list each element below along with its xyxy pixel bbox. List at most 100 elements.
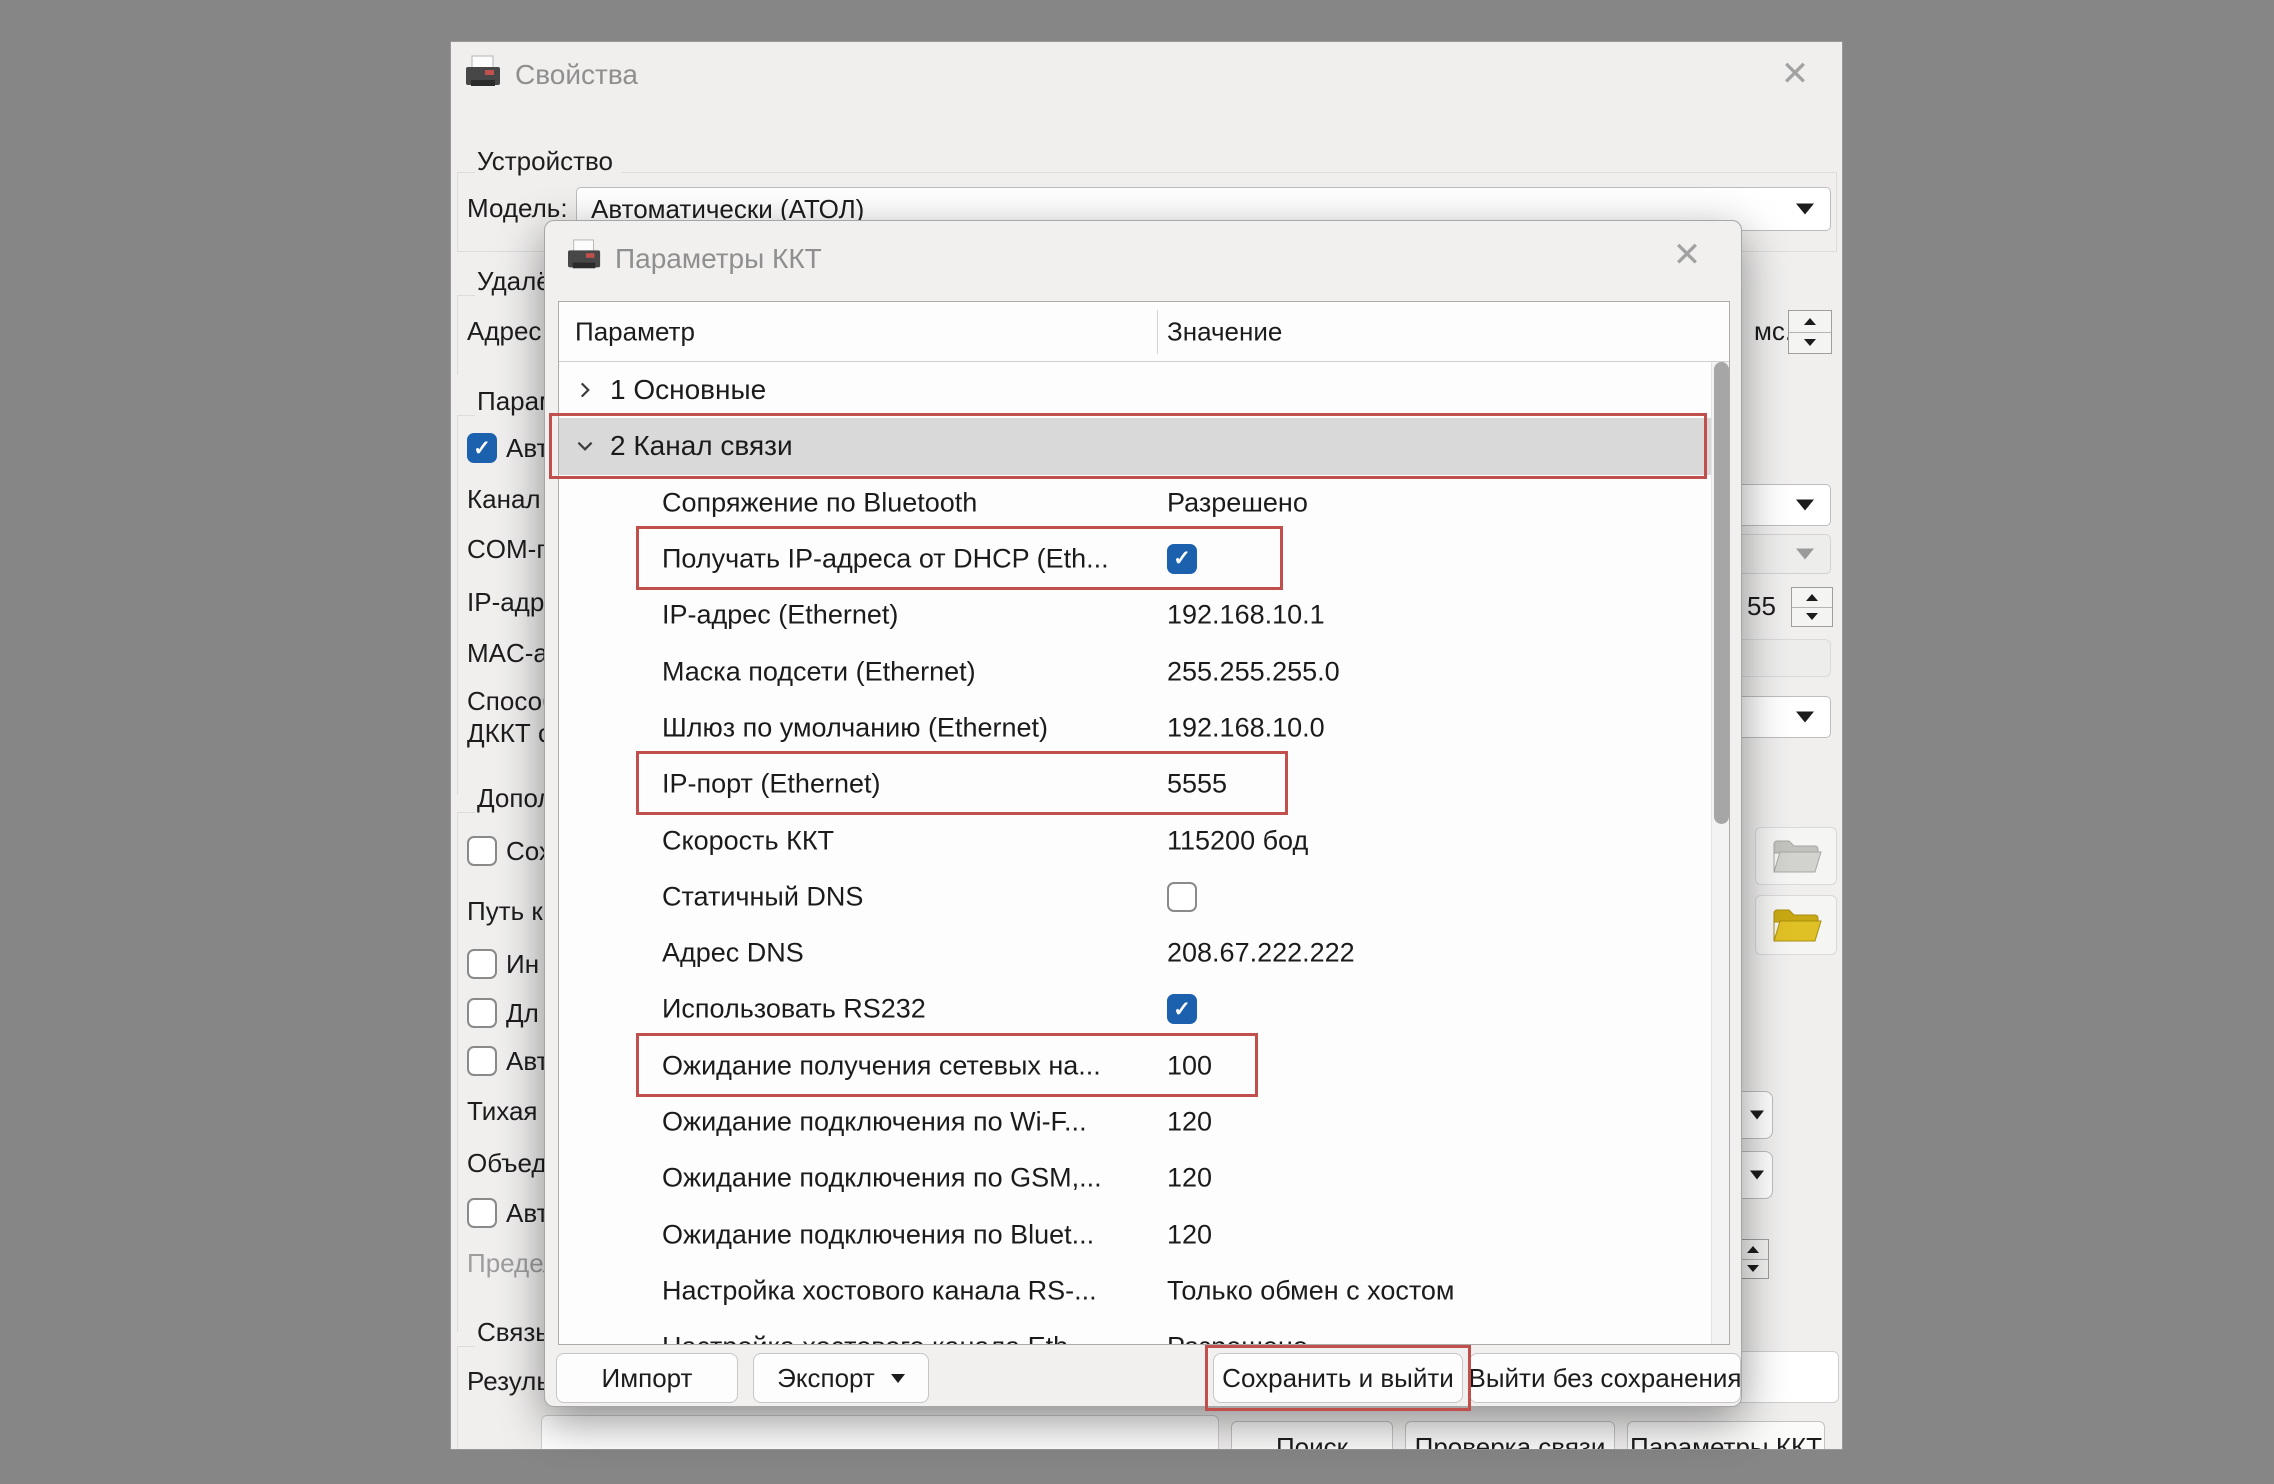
close-icon[interactable]: ✕ — [1665, 233, 1709, 277]
value-checkbox[interactable] — [1167, 882, 1197, 912]
right-chevron-icon[interactable] — [574, 379, 596, 401]
param-value: 120 — [1167, 1107, 1212, 1138]
param-value: 100 — [1167, 1050, 1212, 1081]
result-field[interactable] — [541, 1415, 1219, 1450]
checkbox-label-fragment: Дл — [506, 998, 539, 1028]
checkbox-unchecked[interactable] — [467, 836, 497, 866]
column-header-value: Значение — [1167, 316, 1282, 347]
table-row[interactable]: Использовать RS232 — [559, 981, 1711, 1037]
param-label: Адрес DNS — [662, 938, 804, 969]
value-checkbox[interactable] — [1167, 994, 1197, 1024]
search-button-label: Поиск — [1276, 1432, 1348, 1451]
spin-down-icon[interactable] — [1738, 1260, 1768, 1279]
kkt-parameters-label: Параметры ККТ — [1630, 1432, 1822, 1451]
param-label: IP-порт (Ethernet) — [662, 769, 880, 800]
checkbox-label-fragment: Ин — [506, 949, 539, 979]
close-icon[interactable]: ✕ — [1773, 52, 1817, 96]
table-row[interactable]: IP-адрес (Ethernet) 192.168.10.1 — [559, 587, 1711, 643]
kkt-parameters-dialog: Параметры ККТ ✕ Параметр Значение 1 Осно… — [544, 220, 1742, 1407]
param-value: 192.168.10.0 — [1167, 712, 1325, 743]
folder-browse-button[interactable] — [1755, 895, 1837, 955]
spin-up-icon[interactable] — [1789, 311, 1831, 333]
folder-icon — [1770, 905, 1822, 945]
table-row[interactable]: Ожидание подключения по Bluet... 120 — [559, 1206, 1711, 1262]
vertical-scrollbar[interactable] — [1711, 362, 1730, 1345]
param-label: IP-адрес (Ethernet) — [662, 600, 898, 631]
checkbox-checked[interactable] — [467, 433, 497, 463]
table-row[interactable]: Ожидание получения сетевых на... 100 — [559, 1038, 1711, 1094]
label-fragment: Тихая — [467, 1096, 538, 1126]
check-connection-label: Проверка связи — [1415, 1432, 1606, 1451]
param-value: 115200 бод — [1167, 825, 1308, 856]
export-button[interactable]: Экспорт — [753, 1353, 929, 1403]
column-separator — [1157, 310, 1158, 354]
save-and-exit-label: Сохранить и выйти — [1222, 1363, 1454, 1394]
device-group-label: Устройство — [475, 146, 621, 176]
table-row[interactable]: Сопряжение по Bluetooth Разрешено — [559, 475, 1711, 531]
label-fragment: Путь к — [467, 896, 543, 926]
param-label: Ожидание подключения по Wi-F... — [662, 1107, 1087, 1138]
table-rows: 1 Основные 2 Канал связи Сопряжение по B… — [559, 362, 1711, 1345]
param-value: Только обмен с хостом — [1167, 1275, 1455, 1306]
group-row-label: 2 Канал связи — [610, 430, 793, 462]
printer-icon — [566, 239, 604, 278]
checkbox-unchecked[interactable] — [467, 1198, 497, 1228]
search-button[interactable]: Поиск — [1231, 1421, 1393, 1450]
table-row[interactable]: Шлюз по умолчанию (Ethernet) 192.168.10.… — [559, 700, 1711, 756]
spin-up-icon[interactable] — [1792, 588, 1832, 608]
table-row[interactable]: Ожидание подключения по Wi-F... 120 — [559, 1094, 1711, 1150]
spin-down-icon[interactable] — [1789, 333, 1831, 354]
exit-without-saving-button[interactable]: Выйти без сохранения — [1469, 1353, 1741, 1403]
ms-spinner[interactable] — [1788, 310, 1832, 354]
printer-icon — [464, 55, 504, 96]
table-row[interactable]: Статичный DNS — [559, 869, 1711, 925]
chevron-down-icon — [1750, 1111, 1764, 1120]
param-value: 120 — [1167, 1219, 1212, 1250]
table-row-clipped[interactable]: Настройка хостового канала Eth... Разреш… — [559, 1319, 1711, 1345]
checkbox-label-fragment: Авт — [506, 1198, 549, 1228]
checkbox-unchecked[interactable] — [467, 949, 497, 979]
down-chevron-icon[interactable] — [574, 435, 596, 457]
param-label: Сопряжение по Bluetooth — [662, 487, 977, 518]
checkbox-unchecked[interactable] — [467, 1046, 497, 1076]
table-row[interactable]: Скорость ККТ 115200 бод — [559, 812, 1711, 868]
label-fragment: Резуль — [467, 1366, 550, 1396]
check-connection-button[interactable]: Проверка связи — [1405, 1421, 1615, 1450]
param-value: Разрешено — [1167, 487, 1308, 518]
table-row[interactable]: Настройка хостового канала RS-... Только… — [559, 1263, 1711, 1319]
tree-group-row[interactable]: 1 Основные — [559, 362, 1711, 418]
spin-down-icon[interactable] — [1792, 608, 1832, 627]
label-fragment: COM-п — [467, 534, 550, 564]
import-button-label: Импорт — [602, 1363, 693, 1394]
param-value: 255.255.255.0 — [1167, 656, 1340, 687]
chevron-down-icon — [1796, 500, 1814, 511]
kkt-parameters-button[interactable]: Параметры ККТ — [1627, 1421, 1825, 1450]
spin-up-icon[interactable] — [1738, 1240, 1768, 1260]
save-and-exit-button[interactable]: Сохранить и выйти — [1213, 1353, 1463, 1403]
parameters-table: Параметр Значение 1 Основные 2 Канал свя… — [558, 301, 1730, 1345]
label-fragment: MAC-а — [467, 638, 548, 668]
label-fragment: Адрес — [467, 316, 541, 346]
param-label: Шлюз по умолчанию (Ethernet) — [662, 712, 1048, 743]
import-button[interactable]: Импорт — [556, 1353, 738, 1403]
table-row[interactable]: IP-порт (Ethernet) 5555 — [559, 756, 1711, 812]
table-row[interactable]: Получать IP-адреса от DHCP (Eth... — [559, 531, 1711, 587]
group-row-label: 1 Основные — [610, 374, 766, 406]
checkbox-unchecked[interactable] — [467, 998, 497, 1028]
tree-group-row-selected[interactable]: 2 Канал связи — [559, 418, 1711, 474]
scrollbar-thumb[interactable] — [1714, 362, 1729, 824]
table-row[interactable]: Маска подсети (Ethernet) 255.255.255.0 — [559, 643, 1711, 699]
value-checkbox[interactable] — [1167, 544, 1197, 574]
label-fragment: Канал — [467, 484, 541, 514]
label-fragment: Объед — [467, 1148, 547, 1178]
param-value: 208.67.222.222 — [1167, 938, 1355, 969]
spin-value: 55 — [1747, 591, 1776, 621]
label-fragment: ДККТ с — [467, 718, 551, 748]
exit-without-saving-label: Выйти без сохранения — [1469, 1363, 1742, 1394]
value-spinner[interactable] — [1791, 587, 1833, 627]
param-label: Настройка хостового канала RS-... — [662, 1275, 1097, 1306]
ms-unit-label: мс. — [1754, 316, 1792, 346]
table-row[interactable]: Ожидание подключения по GSM,... 120 — [559, 1150, 1711, 1206]
param-label: Ожидание подключения по GSM,... — [662, 1163, 1102, 1194]
table-row[interactable]: Адрес DNS 208.67.222.222 — [559, 925, 1711, 981]
